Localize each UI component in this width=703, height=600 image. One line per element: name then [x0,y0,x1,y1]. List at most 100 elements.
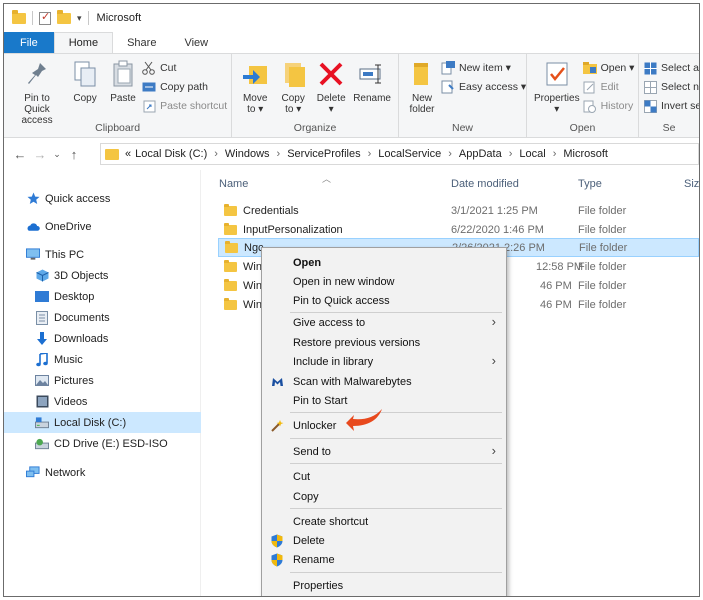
paste-label: Paste [110,93,136,104]
paste-shortcut-button[interactable]: Paste shortcut [142,98,227,114]
column-header-size[interactable]: Size [684,178,699,190]
history-button[interactable]: History [583,98,635,114]
paste-icon [107,58,139,90]
nav-item-label: Downloads [54,332,109,345]
menu-item-pin-quick-access[interactable]: Pin to Quick access [262,291,506,310]
copy-path-button[interactable]: Copy path [142,79,227,95]
address-bar[interactable]: « Local Disk (C:) › Windows › ServicePro… [100,143,699,165]
new-folder-icon [406,58,438,90]
tab-share[interactable]: Share [113,32,170,53]
easy-access-button[interactable]: Easy access ▾ [441,79,526,95]
breadcrumb-windows[interactable]: Windows [225,148,270,160]
cd-drive-icon [35,437,49,450]
edit-button[interactable]: Edit [583,79,635,95]
recent-locations-chevron-icon[interactable]: ⌄ [50,149,64,160]
nav-item-documents[interactable]: Documents [4,307,201,328]
menu-item-send-to[interactable]: Send to › [262,442,506,461]
window-title: Microsoft [96,12,142,24]
divider [32,11,33,25]
breadcrumb-microsoft[interactable]: Microsoft [563,148,608,160]
tab-view[interactable]: View [170,32,222,53]
select-all-button[interactable]: Select all [643,60,700,76]
properties-check-icon[interactable] [39,10,51,25]
back-arrow-icon[interactable]: ← [10,147,30,162]
cut-button[interactable]: Cut [142,60,227,76]
nav-item-quick-access[interactable]: Quick access [4,188,201,209]
overflow-chevron[interactable]: « [125,148,131,160]
select-none-button[interactable]: Select none [643,79,699,95]
nav-item-local-disk[interactable]: Local Disk (C:) [4,412,201,433]
breadcrumb-serviceprofiles[interactable]: ServiceProfiles [287,148,360,160]
menu-separator [290,508,502,509]
menu-item-label: Restore previous versions [293,336,421,349]
customize-toolbar-chevron-icon[interactable]: ▾ [77,13,82,24]
nav-item-desktop[interactable]: Desktop [4,286,201,307]
forward-arrow-icon[interactable]: → [30,147,50,162]
menu-item-cut[interactable]: Cut [262,467,506,486]
file-date: 12:58 PM [536,260,584,273]
tab-file[interactable]: File [4,32,54,53]
menu-item-include-library[interactable]: Include in library › [262,352,506,371]
file-name: Win [243,279,262,292]
menu-item-create-shortcut[interactable]: Create shortcut [262,512,506,531]
open-button[interactable]: Open ▾ [582,60,635,76]
nav-item-downloads[interactable]: Downloads [4,328,201,349]
menu-item-open-new-window[interactable]: Open in new window [262,272,506,291]
file-name: InputPersonalization [243,223,343,236]
column-header-type[interactable]: Type [578,178,602,190]
invert-selection-icon [643,99,657,113]
move-to-icon [239,58,271,90]
menu-item-give-access[interactable]: Give access to › [262,313,506,332]
nav-item-label: Quick access [45,192,111,205]
menu-item-scan-malwarebytes[interactable]: Scan with Malwarebytes [262,372,506,391]
folder-icon [12,9,26,24]
menu-item-copy[interactable]: Copy [262,487,506,506]
nav-item-network[interactable]: Network [4,462,201,483]
new-item-button[interactable]: New item ▾ [441,60,526,76]
breadcrumb-localservice[interactable]: LocalService [378,148,441,160]
move-to-label-2: to ▾ [247,104,264,115]
invert-selection-button[interactable]: Invert selection [643,98,699,114]
file-type: File folder [578,204,627,217]
edit-label: Edit [600,81,619,93]
cube-icon [35,269,49,282]
menu-item-rename[interactable]: Rename [262,550,506,569]
select-group-label: Se [662,122,676,134]
menu-item-open[interactable]: Open [262,253,506,272]
menu-item-properties[interactable]: Properties [262,576,506,595]
nav-item-cd-drive[interactable]: CD Drive (E:) ESD-ISO [4,433,201,454]
navigation-pane: Quick access OneDrive This PC 3D Objects… [4,170,201,596]
column-header-date-modified[interactable]: Date modified [451,178,519,190]
organize-group: Move to ▾ Copy to ▾ Delete ▾ Rename Orga… [232,54,399,137]
breadcrumb-local[interactable]: Local [519,148,545,160]
file-row[interactable]: Credentials 3/1/2021 1:25 PM File folder [218,201,699,220]
nav-item-videos[interactable]: Videos [4,391,201,412]
new-folder-icon[interactable] [57,9,71,24]
open-label: Open ▾ [600,62,635,74]
file-row[interactable]: InputPersonalization 6/22/2020 1:46 PM F… [218,220,699,239]
column-header-name[interactable]: Name [219,178,248,190]
menu-item-label: Pin to Start [293,394,348,407]
up-arrow-icon[interactable]: ↑ [64,147,84,162]
tab-home[interactable]: Home [53,32,114,53]
folder-icon [224,278,237,291]
nav-item-label: This PC [45,248,85,261]
file-name: Win [243,260,262,273]
breadcrumb-local-disk[interactable]: Local Disk (C:) [135,148,207,160]
nav-item-3d-objects[interactable]: 3D Objects [4,265,201,286]
nav-item-onedrive[interactable]: OneDrive [4,216,201,237]
menu-item-label: Create shortcut [293,515,369,528]
breadcrumb-appdata[interactable]: AppData [459,148,502,160]
nav-item-music[interactable]: Music [4,349,201,370]
menu-item-delete[interactable]: Delete [262,531,506,550]
monitor-icon [26,248,40,261]
select-group: Select all Select none Invert selection … [639,54,699,137]
select-all-label: Select all [661,62,700,74]
delete-label-2: ▾ [328,104,334,115]
menu-item-restore-versions[interactable]: Restore previous versions [262,333,506,352]
network-icon [26,466,40,479]
edit-icon [583,80,597,94]
delete-x-icon [315,58,347,90]
nav-item-pictures[interactable]: Pictures [4,370,201,391]
nav-item-this-pc[interactable]: This PC [4,244,201,265]
